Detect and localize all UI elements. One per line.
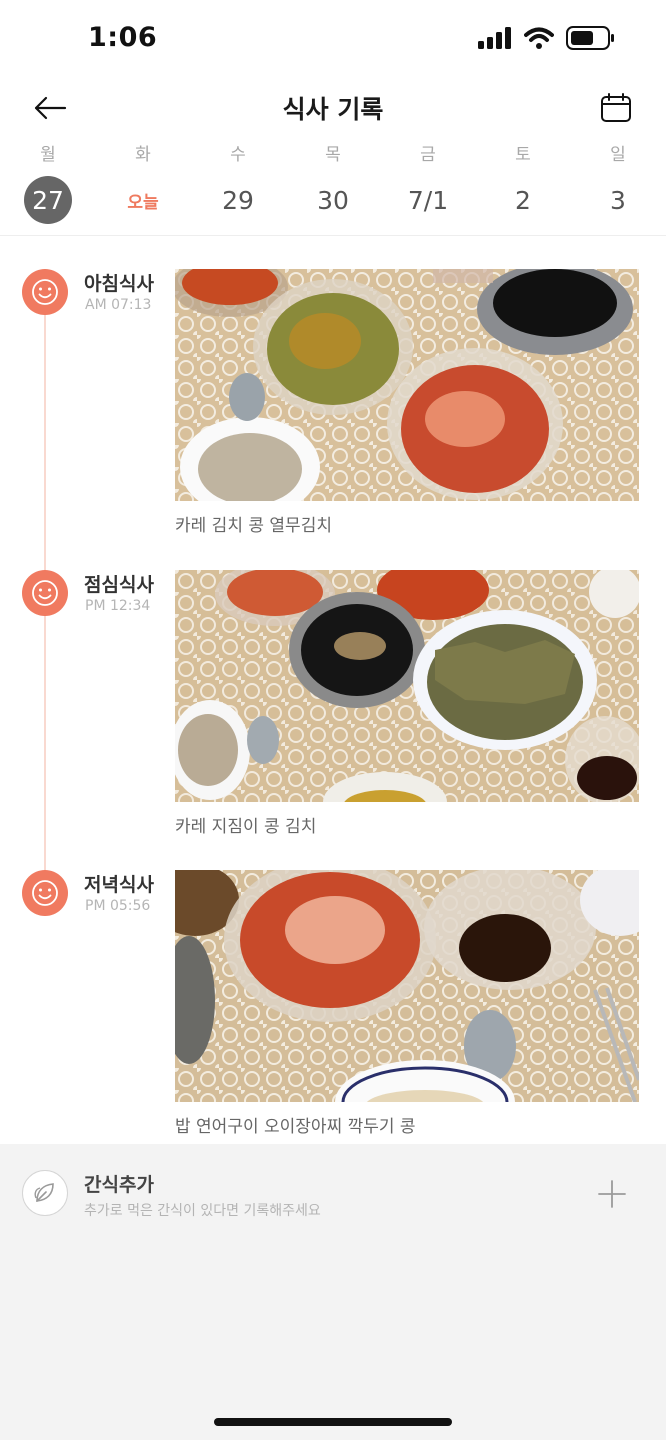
day-label: 금 bbox=[420, 145, 436, 165]
day-number: 29 bbox=[222, 185, 254, 215]
snack-section: 간식추가 추가로 먹은 간식이 있다면 기록해주세요 bbox=[0, 1144, 666, 1440]
day-today-label: 오늘 bbox=[127, 192, 159, 213]
add-snack-button[interactable] bbox=[594, 1176, 630, 1212]
meal-time: PM 12:34 bbox=[85, 598, 151, 614]
meal-name: 저녁식사 bbox=[84, 874, 154, 896]
day-number: 2 bbox=[515, 185, 531, 215]
page-title: 식사 기록 bbox=[282, 95, 384, 124]
day-label: 일 bbox=[610, 145, 626, 165]
meal-time: AM 07:13 bbox=[85, 297, 152, 313]
day-sun[interactable]: 일 3 bbox=[578, 140, 658, 224]
meal-photo[interactable] bbox=[175, 870, 639, 1102]
day-sat[interactable]: 토 2 bbox=[483, 140, 563, 224]
day-label: 토 bbox=[515, 145, 531, 165]
day-number: 3 bbox=[610, 185, 626, 215]
day-thu[interactable]: 목 30 bbox=[293, 140, 373, 224]
day-label: 목 bbox=[325, 145, 341, 165]
day-mon[interactable]: 월 27 bbox=[8, 140, 88, 224]
snack-subtitle: 추가로 먹은 간식이 있다면 기록해주세요 bbox=[84, 1203, 321, 1219]
meal-description: 카레 김치 콩 열무김치 bbox=[175, 516, 332, 536]
meal-description: 밥 연어구이 오이장아찌 깍두기 콩 bbox=[175, 1117, 416, 1137]
snack-title: 간식추가 bbox=[84, 1174, 154, 1196]
leaf-icon bbox=[22, 1170, 68, 1216]
day-label: 수 bbox=[230, 145, 246, 165]
status-icons bbox=[478, 26, 616, 50]
calendar-button[interactable] bbox=[596, 90, 636, 126]
smile-icon bbox=[22, 269, 68, 315]
day-tue[interactable]: 화 오늘 bbox=[103, 140, 183, 224]
day-wed[interactable]: 수 29 bbox=[198, 140, 278, 224]
week-strip: 월 27 화 오늘 수 29 목 30 금 7/1 토 2 일 3 bbox=[0, 140, 666, 236]
meal-photo[interactable] bbox=[175, 269, 639, 501]
day-number: 27 bbox=[24, 176, 72, 224]
header: 식사 기록 bbox=[0, 80, 666, 136]
home-indicator bbox=[214, 1418, 452, 1426]
signal-icon bbox=[478, 27, 511, 49]
day-label: 월 bbox=[40, 145, 56, 165]
day-fri[interactable]: 금 7/1 bbox=[388, 140, 468, 224]
meal-name: 점심식사 bbox=[84, 574, 154, 596]
meal-description: 카레 지짐이 콩 김치 bbox=[175, 817, 317, 837]
day-label: 화 bbox=[135, 145, 151, 165]
meal-name: 아침식사 bbox=[84, 273, 154, 295]
day-number: 7/1 bbox=[407, 185, 449, 215]
battery-icon bbox=[566, 26, 614, 50]
status-time: 1:06 bbox=[88, 22, 158, 53]
wifi-icon bbox=[524, 27, 554, 49]
plus-icon bbox=[598, 1180, 626, 1208]
day-number: 30 bbox=[317, 185, 349, 215]
smile-icon bbox=[22, 570, 68, 616]
smile-icon bbox=[22, 870, 68, 916]
calendar-icon bbox=[601, 93, 631, 122]
meal-photo[interactable] bbox=[175, 570, 639, 802]
status-bar: 1:06 bbox=[0, 0, 666, 80]
meal-time: PM 05:56 bbox=[85, 898, 151, 914]
